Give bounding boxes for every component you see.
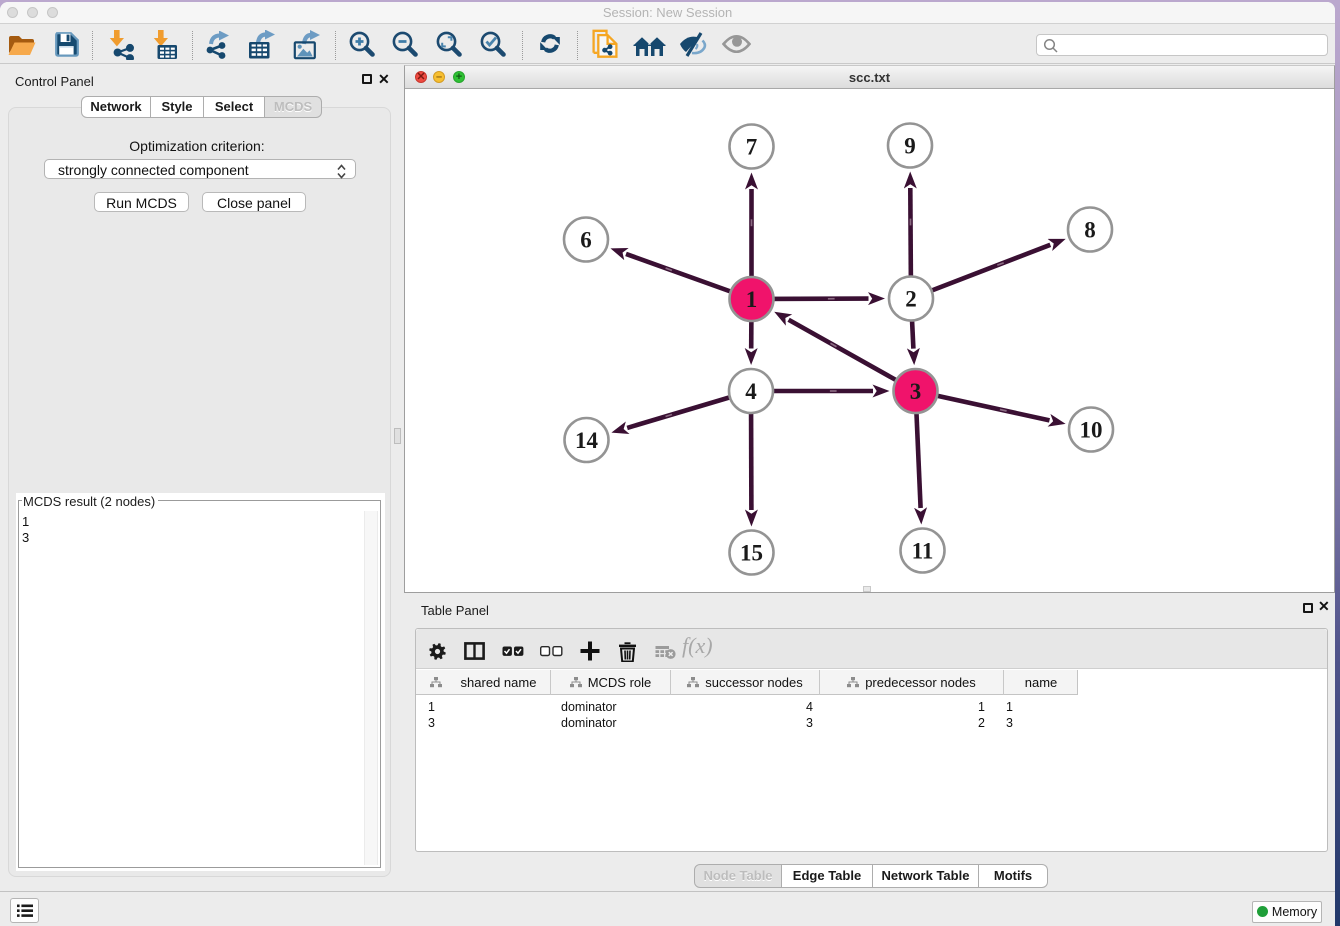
svg-text:3: 3 [910,379,922,404]
svg-text:2: 2 [905,287,917,312]
svg-text:11: 11 [912,539,934,564]
svg-text:7: 7 [746,135,758,160]
svg-text:6: 6 [580,228,592,253]
svg-text:8: 8 [1084,218,1096,243]
svg-text:1: 1 [746,287,758,312]
svg-text:4: 4 [745,379,757,404]
svg-text:9: 9 [904,134,916,159]
svg-text:15: 15 [740,541,763,566]
svg-text:10: 10 [1080,418,1103,443]
svg-text:14: 14 [575,428,599,453]
